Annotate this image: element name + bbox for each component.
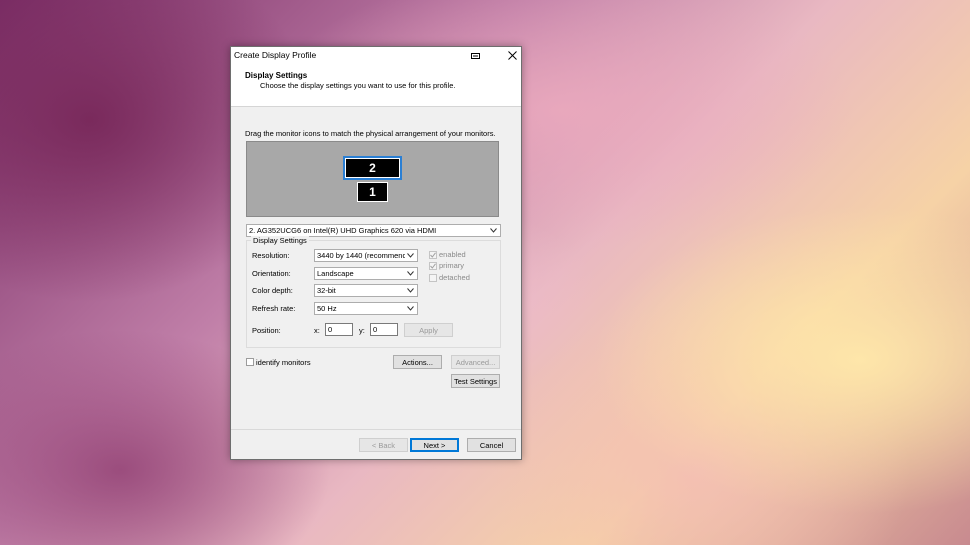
cancel-button[interactable]: Cancel [467,438,516,452]
refresh-rate-value: 50 Hz [317,304,337,313]
refresh-rate-select[interactable]: 50 Hz [314,302,418,315]
monitor-2-icon[interactable]: 2 [343,156,402,180]
wizard-header: Display Settings Choose the display sett… [231,64,521,107]
monitor-arrangement-area: 2 1 [246,141,499,217]
header-subtitle: Choose the display settings you want to … [260,81,456,90]
color-depth-select[interactable]: 32-bit [314,284,418,297]
enabled-label: enabled [439,250,466,259]
chevron-down-icon [405,268,415,279]
arrangement-instructions: Drag the monitor icons to match the phys… [245,129,496,138]
next-button[interactable]: Next > [410,438,459,452]
footer-divider [231,429,521,430]
primary-checkbox[interactable] [429,262,437,270]
create-display-profile-dialog: Create Display Profile Display Settings … [230,46,522,460]
test-settings-button[interactable]: Test Settings [451,374,500,388]
position-y-label: y: [359,326,365,335]
chevron-down-icon [405,303,415,314]
position-x-input[interactable]: 0 [325,323,353,336]
display-settings-group: Display Settings Resolution: 3440 by 144… [246,236,501,348]
detached-label: detached [439,273,470,282]
monitor-1-icon[interactable]: 1 [357,182,388,202]
enabled-checkbox[interactable] [429,251,437,259]
actions-button[interactable]: Actions... [393,355,442,369]
refresh-rate-label: Refresh rate: [252,304,296,313]
position-x-label: x: [314,326,320,335]
orientation-label: Orientation: [252,269,291,278]
resolution-select[interactable]: 3440 by 1440 (recommend [314,249,418,262]
chevron-down-icon [488,225,498,236]
back-button[interactable]: < Back [359,438,408,452]
window-title: Create Display Profile [234,50,317,60]
close-icon[interactable] [501,47,523,64]
detached-checkbox[interactable] [429,274,437,282]
color-depth-label: Color depth: [252,286,293,295]
resolution-label: Resolution: [252,251,290,260]
monitor-select-value: 2. AG352UCG6 on Intel(R) UHD Graphics 62… [249,226,437,235]
group-title: Display Settings [251,236,309,245]
resolution-value: 3440 by 1440 (recommend [317,251,407,260]
position-label: Position: [252,326,281,335]
chevron-down-icon [405,285,415,296]
color-depth-value: 32-bit [317,286,336,295]
orientation-select[interactable]: Landscape [314,267,418,280]
identify-monitors-label: identify monitors [256,358,311,367]
primary-label: primary [439,261,465,270]
position-y-input[interactable]: 0 [370,323,398,336]
identify-monitors-checkbox[interactable] [246,358,254,366]
header-title: Display Settings [245,71,308,80]
orientation-value: Landscape [317,269,354,278]
advanced-button[interactable]: Advanced... [451,355,500,369]
chevron-down-icon [405,250,415,261]
apply-button[interactable]: Apply [404,323,453,337]
title-bar: Create Display Profile [231,47,521,64]
restore-icon[interactable] [465,47,487,64]
